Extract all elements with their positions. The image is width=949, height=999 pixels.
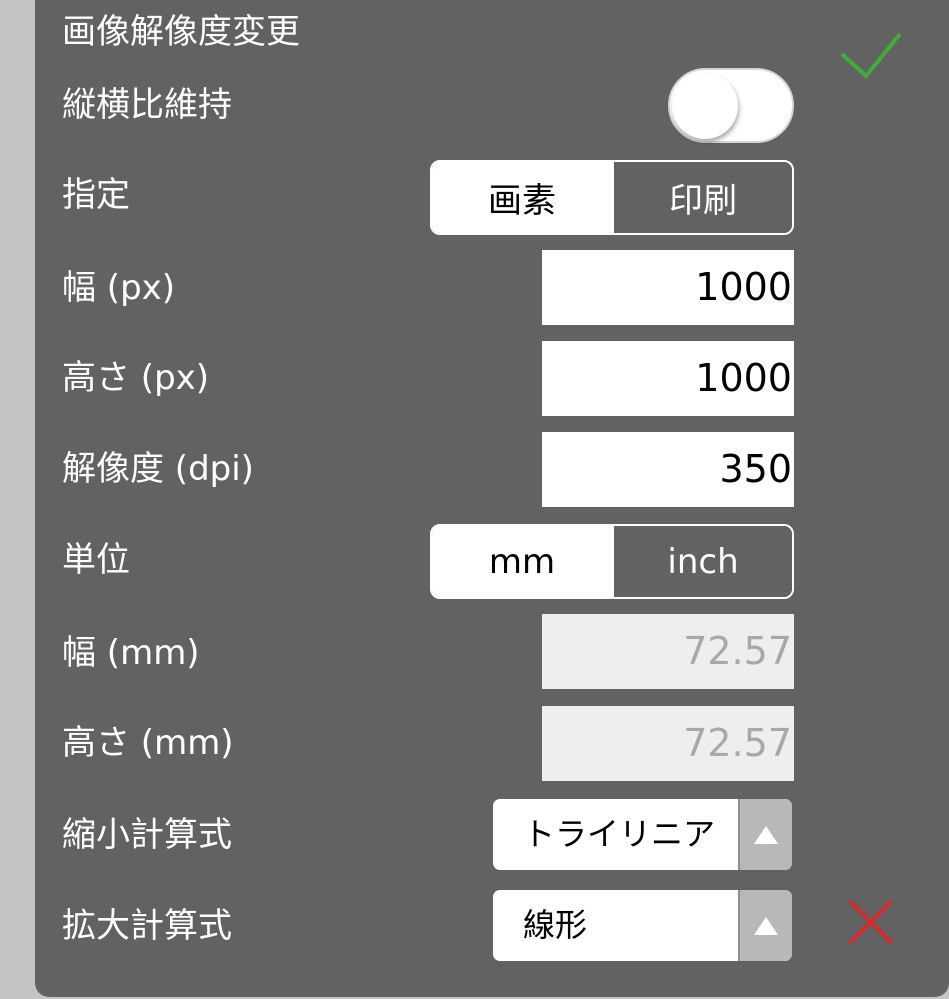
resolution-label: 解像度 (dpi) (62, 449, 254, 489)
shrink-method-value: トライリニア (523, 815, 716, 853)
spec-segmented-control: 画素 印刷 (430, 160, 794, 235)
resolution-input[interactable]: 350 (542, 432, 794, 507)
aspect-ratio-label: 縦横比維持 (62, 85, 232, 125)
unit-label: 単位 (62, 540, 130, 580)
shrink-method-label: 縮小計算式 (62, 815, 232, 855)
unit-segmented-control: mm inch (430, 524, 794, 599)
height-px-label: 高さ (px) (62, 358, 210, 398)
enlarge-method-arrow[interactable] (738, 890, 792, 961)
height-mm-label: 高さ (mm) (62, 723, 234, 763)
enlarge-method-label: 拡大計算式 (62, 906, 232, 946)
width-mm-field: 72.57 (542, 614, 794, 689)
width-px-label: 幅 (px) (62, 268, 176, 308)
height-mm-field: 72.57 (542, 706, 794, 781)
height-px-input[interactable]: 1000 (542, 341, 794, 416)
spec-option-pixel[interactable]: 画素 (432, 162, 612, 233)
enlarge-method-select[interactable]: 線形 (493, 890, 792, 961)
width-px-input[interactable]: 1000 (542, 250, 794, 325)
close-icon[interactable] (846, 897, 896, 947)
width-mm-label: 幅 (mm) (62, 633, 200, 673)
dialog-title: 画像解像度変更 (62, 12, 300, 52)
aspect-ratio-toggle[interactable] (668, 68, 794, 143)
unit-option-inch[interactable]: inch (612, 526, 792, 597)
shrink-method-arrow[interactable] (738, 799, 792, 870)
unit-option-mm[interactable]: mm (432, 526, 612, 597)
toggle-knob (672, 73, 738, 139)
check-icon[interactable] (838, 30, 904, 80)
triangle-up-icon (754, 825, 778, 844)
spec-label: 指定 (62, 175, 130, 215)
triangle-up-icon (754, 916, 778, 935)
spec-option-print[interactable]: 印刷 (612, 162, 792, 233)
shrink-method-select[interactable]: トライリニア (493, 799, 792, 870)
enlarge-method-value: 線形 (523, 906, 588, 944)
